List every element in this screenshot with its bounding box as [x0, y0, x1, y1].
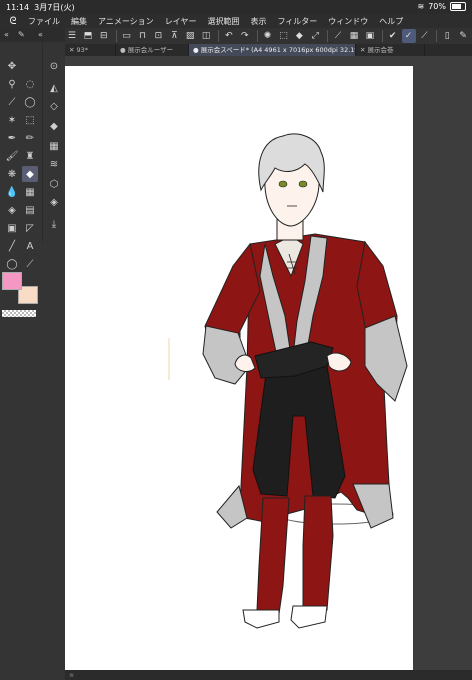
- text-icon[interactable]: A: [22, 238, 38, 254]
- fill-tool-icon[interactable]: ◆: [292, 29, 306, 43]
- brush-stroke-icon[interactable]: ✓: [401, 29, 416, 43]
- tool-sidebar: « ✎ « ✥ ⚲ ◌ ⟋ ◯ ✶ ⬚ ✒ ✏ 🖌 ♜ ❋ ◆ 💧 ▦ ◈ ▤ …: [0, 28, 65, 680]
- collapse-icon[interactable]: «: [4, 30, 9, 39]
- menu-edit[interactable]: 編集: [71, 16, 87, 27]
- tab-document[interactable]: ● 展示会ルーザー: [116, 44, 189, 56]
- quick-access-icon[interactable]: ⊟: [97, 29, 111, 43]
- export-icon[interactable]: ⊼: [167, 29, 181, 43]
- menu-selection[interactable]: 選択範囲: [207, 16, 239, 27]
- pen-pressure-icon[interactable]: ✎: [456, 29, 470, 43]
- open-icon[interactable]: ⊓: [136, 29, 150, 43]
- gradient-icon[interactable]: ▤: [22, 202, 38, 218]
- stack-icon[interactable]: ◈: [46, 194, 62, 210]
- pen-icon[interactable]: ✒: [4, 130, 20, 146]
- stroke-icon[interactable]: ⟋: [418, 29, 432, 43]
- image-icon[interactable]: ▨: [183, 29, 197, 43]
- transform-icon[interactable]: ⤢: [308, 29, 322, 43]
- correct-line-icon[interactable]: ⟋: [22, 256, 38, 272]
- color-indicator[interactable]: [2, 272, 38, 306]
- sidebar-header: « ✎ «: [0, 28, 65, 42]
- fill-bucket-icon[interactable]: ◇: [46, 98, 62, 114]
- eyedropper-icon[interactable]: ⟋: [4, 94, 20, 110]
- undo-icon[interactable]: ↶: [222, 29, 236, 43]
- menu-bar: ᘓ ファイル 編集 アニメーション レイヤー 選択範囲 表示 フィルター ウィン…: [0, 14, 472, 28]
- sub-tool-icon[interactable]: ✎: [18, 30, 25, 39]
- sub-tool-strip: ⊙ ◭ ◇ ◆ ▦ ≋ ⬡ ◈ ⤓: [42, 42, 66, 242]
- tab-document[interactable]: ✕ 93*: [65, 44, 116, 56]
- layers-panel-icon[interactable]: ≋: [46, 156, 62, 172]
- layers-icon[interactable]: ◫: [199, 29, 213, 43]
- battery-icon: [450, 2, 466, 11]
- wifi-icon: ≋: [417, 2, 425, 11]
- check-icon[interactable]: ✔: [386, 29, 400, 43]
- redo-icon[interactable]: ↷: [238, 29, 252, 43]
- layer-fill-icon[interactable]: ◆: [46, 118, 62, 134]
- ruler-toggle-icon[interactable]: ⟋: [331, 29, 345, 43]
- menu-filter[interactable]: フィルター: [277, 16, 317, 27]
- move-icon[interactable]: ✥: [4, 58, 20, 74]
- battery-level: 70%: [428, 2, 446, 11]
- grid-toggle-icon[interactable]: ▦: [347, 29, 361, 43]
- airbrush-icon[interactable]: ♜: [22, 148, 38, 164]
- menu-file[interactable]: ファイル: [28, 16, 60, 27]
- eraser-icon[interactable]: ◆: [22, 166, 38, 182]
- lasso-select-icon[interactable]: ◌: [22, 76, 38, 92]
- 3d-icon[interactable]: ⬡: [46, 176, 62, 192]
- new-file-icon[interactable]: ⬒: [81, 29, 95, 43]
- balloon-icon[interactable]: ◯: [4, 256, 20, 272]
- transparent-color-swatch[interactable]: [2, 310, 36, 317]
- import-icon[interactable]: ⤓: [46, 216, 62, 232]
- ruler-icon[interactable]: ◸: [22, 220, 38, 236]
- grid-icon[interactable]: ▦: [22, 184, 38, 200]
- selection-icon[interactable]: ⬚: [22, 112, 38, 128]
- document-icon[interactable]: ▭: [120, 29, 134, 43]
- clear-icon[interactable]: ⬚: [277, 29, 291, 43]
- save-icon[interactable]: ⊡: [151, 29, 165, 43]
- menu-window[interactable]: ウィンドウ: [328, 16, 368, 27]
- figure-icon[interactable]: ╱: [4, 238, 20, 254]
- layer-eraser-icon[interactable]: ◭: [46, 80, 62, 96]
- border-icon[interactable]: ▣: [363, 29, 377, 43]
- clock: 11:14 3月7日(火): [6, 3, 75, 12]
- lasso-icon[interactable]: ◯: [22, 94, 38, 110]
- document-tabs: ✕ 93* ● 展示会ルーザー ● 展示会スペード* (A4 4961 x 70…: [65, 44, 472, 56]
- drawing-paper[interactable]: [65, 66, 413, 671]
- magic-wand-icon[interactable]: ✶: [4, 112, 20, 128]
- menu-animation[interactable]: アニメーション: [98, 16, 154, 27]
- character-illustration: [168, 133, 408, 629]
- app-logo-icon[interactable]: ᘓ: [6, 14, 20, 28]
- blend-icon[interactable]: 💧: [4, 184, 20, 200]
- canvas-area[interactable]: [65, 56, 472, 671]
- tab-document-active[interactable]: ● 展示会スペード* (A4 4961 x 7016px 600dpi 32.1…: [189, 44, 356, 56]
- frame-icon[interactable]: ▣: [4, 220, 20, 236]
- status-bar: 11:14 3月7日(火) ≋ 70%: [0, 0, 472, 14]
- fill-icon[interactable]: ◈: [4, 202, 20, 218]
- main-color-swatch[interactable]: [2, 272, 22, 290]
- device-icon[interactable]: ▯: [440, 29, 454, 43]
- zoom-icon[interactable]: ⚲: [4, 76, 20, 92]
- tab-document[interactable]: ✕ 展示会巻: [356, 44, 425, 56]
- menu-view[interactable]: 表示: [250, 16, 266, 27]
- loading-icon[interactable]: ✺: [261, 29, 275, 43]
- bottom-bar: ≋: [65, 670, 472, 680]
- resize-grip-icon[interactable]: ≋: [69, 672, 74, 679]
- menu-help[interactable]: ヘルプ: [379, 16, 403, 27]
- collapse-icon[interactable]: «: [38, 30, 43, 39]
- decoration-icon[interactable]: ❋: [4, 166, 20, 182]
- command-bar: ☰ ⬒ ⊟ ▭ ⊓ ⊡ ⊼ ▨ ◫ ↶ ↷ ✺ ⬚ ◆ ⤢ ⟋ ▦ ▣ ✔ ✓ …: [65, 28, 472, 44]
- menu-layer[interactable]: レイヤー: [165, 16, 197, 27]
- menu-icon[interactable]: ☰: [65, 29, 79, 43]
- grid-panel-icon[interactable]: ▦: [46, 138, 62, 154]
- navigator-icon[interactable]: ⊙: [46, 58, 62, 74]
- pencil-icon[interactable]: ✏: [22, 130, 38, 146]
- brush-icon[interactable]: 🖌: [4, 148, 20, 164]
